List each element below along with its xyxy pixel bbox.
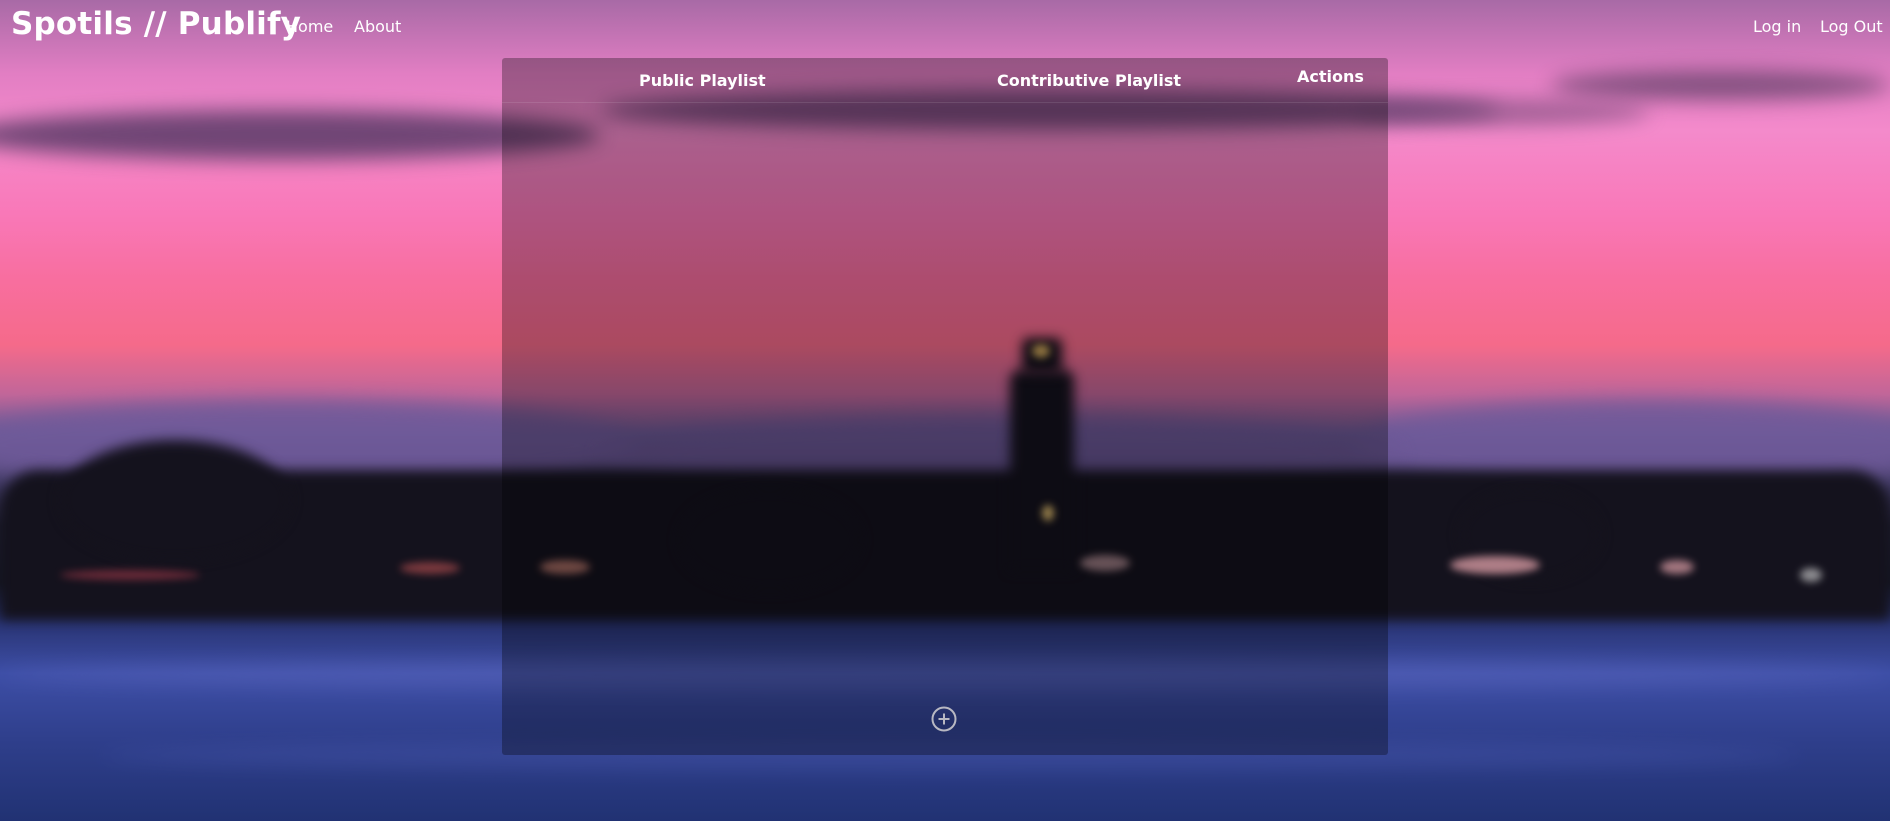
- column-header-contributive-playlist: Contributive Playlist: [997, 71, 1182, 90]
- shore-light: [60, 570, 200, 580]
- plus-circle-icon: [931, 706, 957, 732]
- table-body: [502, 103, 1388, 703]
- cloud-band: [1550, 70, 1890, 100]
- nav-about[interactable]: About: [354, 17, 401, 36]
- shore-light: [1450, 556, 1540, 574]
- shore-light: [400, 562, 460, 574]
- column-header-actions: Actions: [1297, 67, 1364, 86]
- playlist-table-panel: Public Playlist Contributive Playlist Ac…: [502, 58, 1388, 755]
- column-header-public-playlist: Public Playlist: [639, 71, 766, 90]
- nav-home[interactable]: Home: [286, 17, 333, 36]
- table-header-row: Public Playlist Contributive Playlist Ac…: [502, 58, 1388, 103]
- logout-link[interactable]: Log Out: [1820, 17, 1883, 36]
- shore-light: [1660, 560, 1694, 574]
- shore-light: [1800, 568, 1822, 582]
- tree-cluster: [60, 440, 290, 560]
- brand-logo[interactable]: Spotils // Publify: [11, 6, 301, 42]
- navbar: Spotils // Publify Home About Log in Log…: [0, 0, 1890, 55]
- login-link[interactable]: Log in: [1753, 17, 1801, 36]
- add-playlist-button[interactable]: [931, 706, 957, 732]
- cloud-band: [1350, 100, 1650, 125]
